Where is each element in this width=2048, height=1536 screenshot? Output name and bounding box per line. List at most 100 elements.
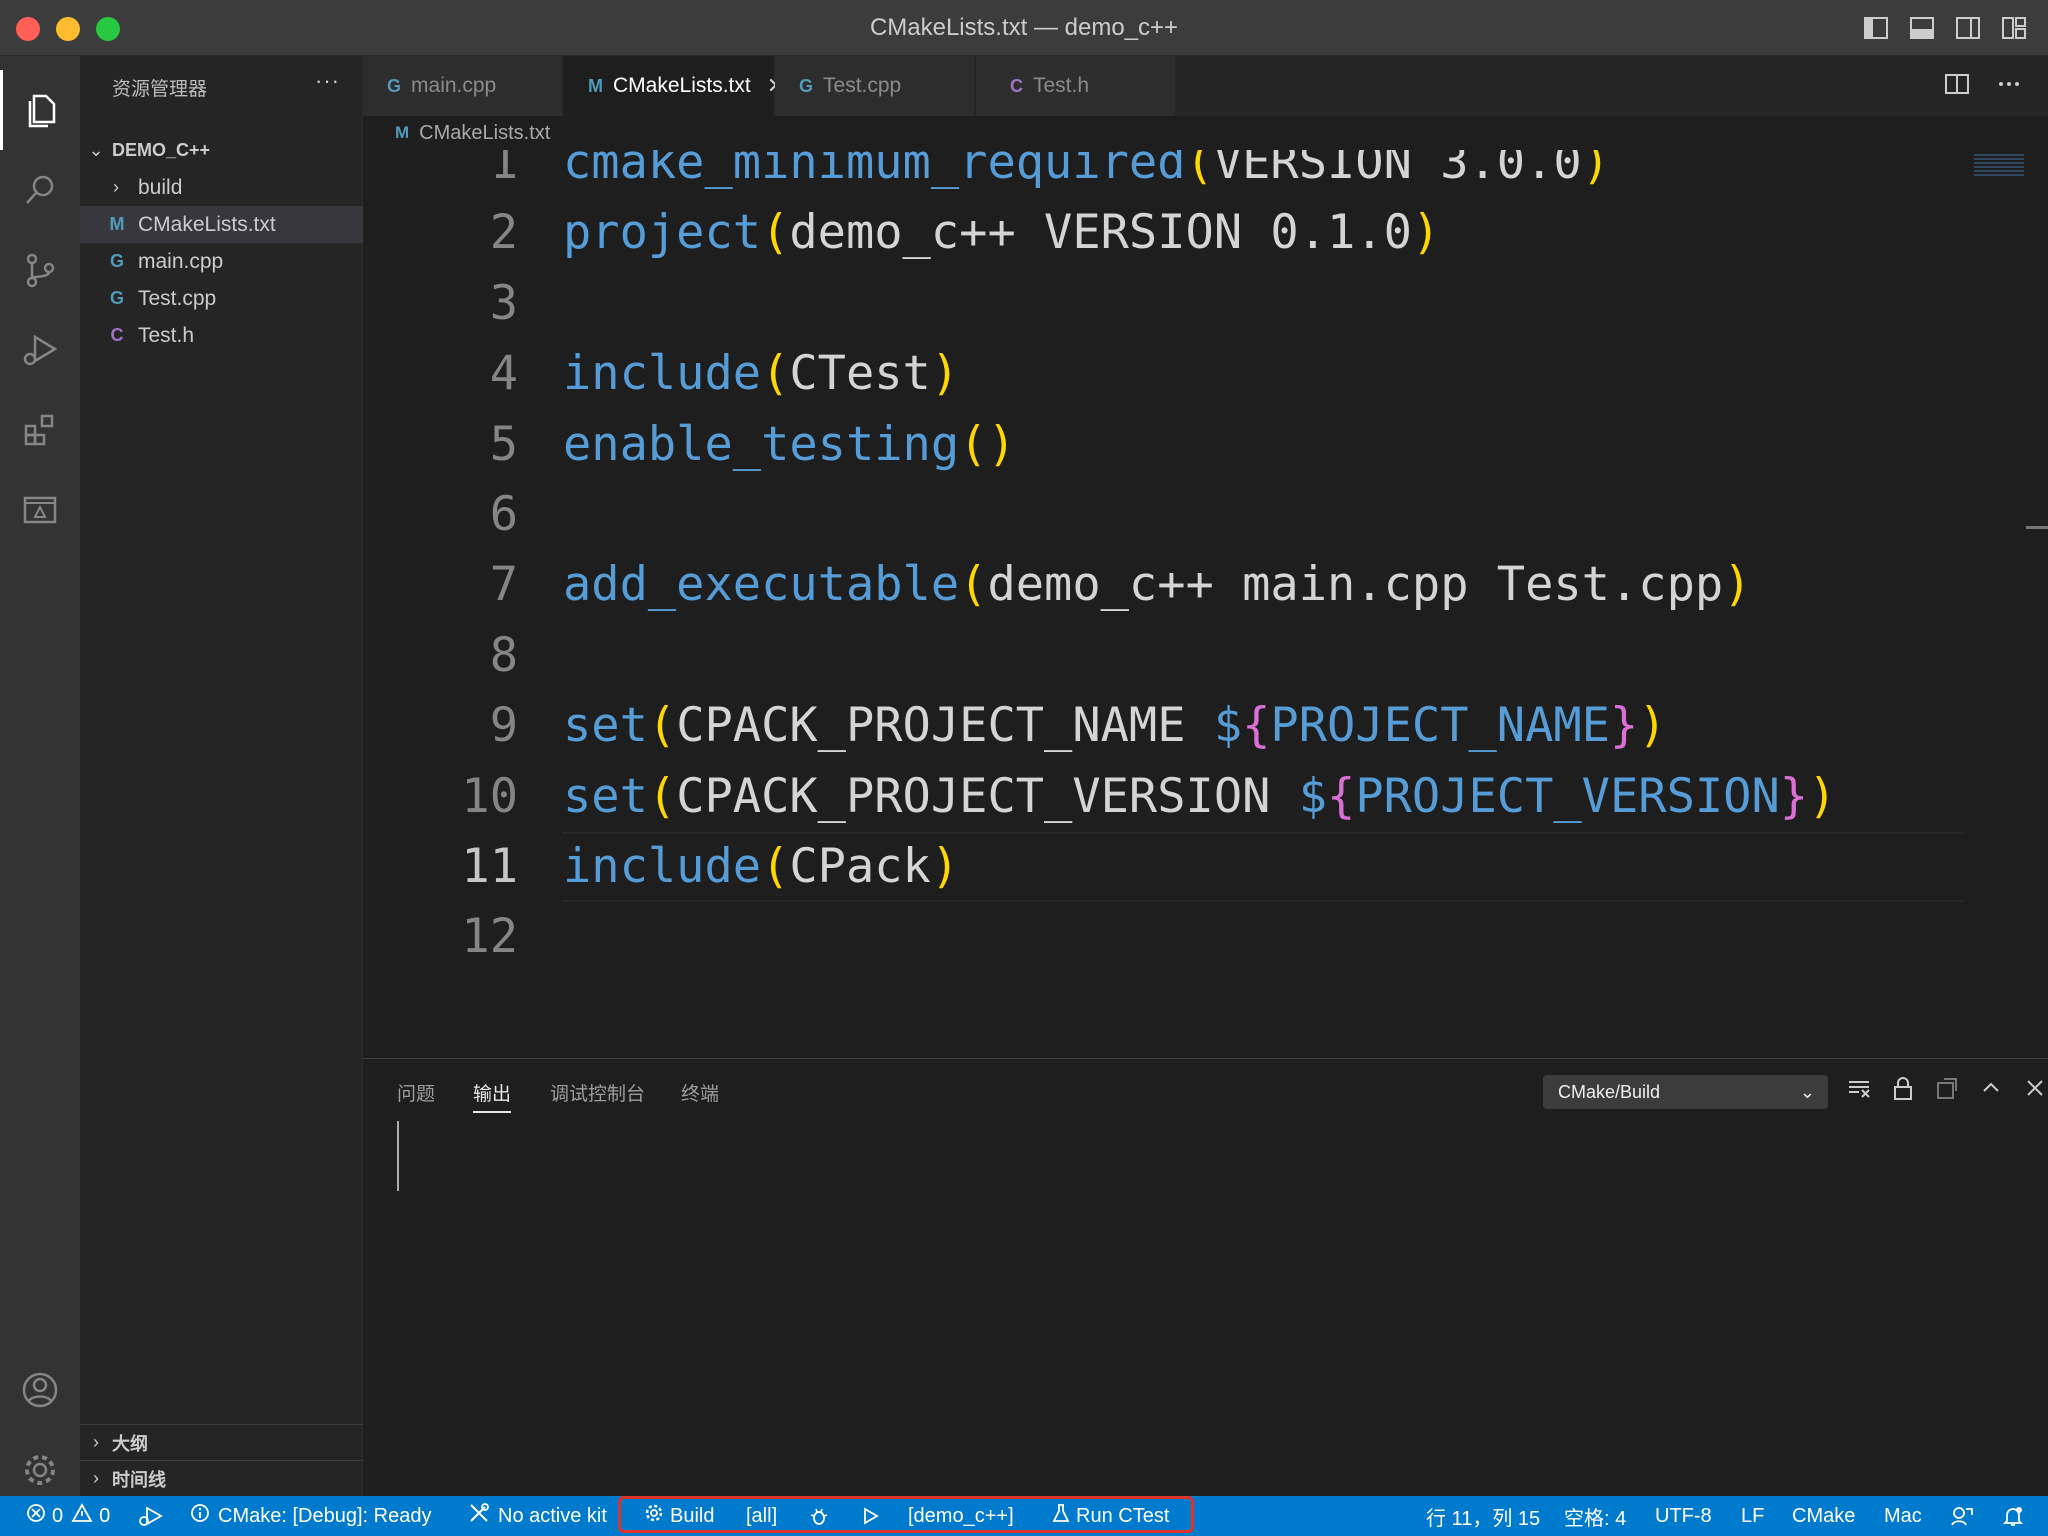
timeline-section[interactable]: › 时间线: [80, 1460, 363, 1496]
code-token: ): [1808, 768, 1837, 824]
code-token: (): [959, 416, 1016, 472]
search-icon[interactable]: [0, 150, 80, 230]
tab-debug-console[interactable]: 调试控制台: [550, 1079, 645, 1113]
extensions-icon[interactable]: [0, 390, 80, 470]
tab-test-cpp[interactable]: G Test.cpp: [775, 56, 975, 116]
maximize-panel-icon[interactable]: [1979, 1077, 2003, 1107]
error-count: 0: [52, 1504, 64, 1527]
source-control-icon[interactable]: [0, 230, 80, 310]
code-token: set: [563, 768, 648, 824]
code-line[interactable]: 11 include(CPack): [363, 832, 1963, 902]
code-token: set: [563, 698, 648, 754]
tree-item-main-cpp[interactable]: G main.cpp: [80, 243, 363, 280]
close-panel-icon[interactable]: [2023, 1077, 2047, 1107]
code-line[interactable]: 12: [363, 902, 1963, 972]
code-token: }: [1779, 768, 1809, 824]
notifications-bell-icon[interactable]: [2002, 1496, 2024, 1536]
feedback-icon[interactable]: [1950, 1496, 1974, 1536]
debug-attach-icon[interactable]: [138, 1496, 164, 1536]
code-line[interactable]: 4 include(CTest): [363, 339, 1963, 409]
tab-problems[interactable]: 问题: [397, 1079, 435, 1113]
code-line[interactable]: 9 set(CPACK_PROJECT_NAME ${PROJECT_NAME}): [363, 691, 1963, 761]
code-editor[interactable]: 1 cmake_minimum_required(VERSION 3.0.0) 2 p…: [363, 150, 2048, 1058]
code-line[interactable]: 2 project(demo_c++ VERSION 0.1.0): [363, 198, 1963, 268]
line-number: 3: [489, 275, 518, 331]
toggle-primary-sidebar-icon[interactable]: [1862, 14, 1890, 42]
code-token: (: [647, 698, 677, 754]
header-file-icon: C: [110, 325, 124, 345]
tab-label: Test.h: [1033, 74, 1090, 97]
tree-item-test-cpp[interactable]: G Test.cpp: [80, 280, 363, 317]
outline-section[interactable]: › 大纲: [80, 1424, 363, 1460]
indentation[interactable]: 空格: 4: [1564, 1496, 1626, 1536]
tab-label: CMakeLists.txt: [613, 74, 751, 97]
tree-item-build[interactable]: › build: [80, 169, 363, 206]
beaker-icon: [1052, 1503, 1070, 1529]
cmake-file-icon: M: [109, 214, 125, 234]
tab-output[interactable]: 输出: [473, 1079, 512, 1113]
breadcrumb-file[interactable]: CMakeLists.txt: [419, 122, 550, 145]
line-number: 5: [489, 416, 518, 472]
tree-item-cmakelists[interactable]: M CMakeLists.txt: [80, 206, 363, 243]
code-text: set(CPACK_PROJECT_NAME ${PROJECT_NAME}): [563, 691, 1667, 761]
clear-output-icon[interactable]: [1847, 1077, 1871, 1107]
line-number: 10: [461, 768, 518, 824]
explorer-title: 资源管理器: [112, 79, 208, 100]
code-line[interactable]: 8: [363, 621, 1963, 691]
breadcrumb[interactable]: M CMakeLists.txt: [363, 116, 2048, 150]
cpp-file-icon: G: [109, 251, 124, 271]
remote-explorer-icon[interactable]: [0, 470, 80, 550]
build-button[interactable]: Build: [644, 1496, 714, 1536]
code-token: (: [761, 839, 790, 894]
code-line[interactable]: 10 set(CPACK_PROJECT_VERSION ${PROJECT_VE…: [363, 762, 1963, 832]
tab-main-cpp[interactable]: G main.cpp: [363, 56, 563, 116]
more-actions-icon[interactable]: [1996, 72, 2022, 102]
platform[interactable]: Mac: [1884, 1496, 1922, 1536]
debug-bug-icon[interactable]: [808, 1496, 830, 1536]
toggle-secondary-sidebar-icon[interactable]: [1954, 14, 1982, 42]
code-token: ): [1411, 205, 1441, 261]
toggle-panel-icon[interactable]: [1908, 14, 1936, 42]
kit-selector[interactable]: No active kit: [468, 1496, 607, 1536]
tab-cmakelists[interactable]: M CMakeLists.txt ✕: [564, 56, 785, 116]
run-play-icon[interactable]: [860, 1496, 880, 1536]
code-token: project: [563, 205, 762, 261]
end-of-line[interactable]: LF: [1741, 1496, 1764, 1536]
line-number: 7: [489, 557, 518, 613]
customize-layout-icon[interactable]: [2000, 14, 2028, 42]
encoding[interactable]: UTF-8: [1655, 1496, 1712, 1536]
run-ctest-button[interactable]: Run CTest: [1052, 1496, 1169, 1536]
code-line[interactable]: 3: [363, 269, 1963, 339]
output-channel-select[interactable]: CMake/Build ⌄: [1543, 1075, 1828, 1109]
code-text: include(CTest): [563, 339, 959, 409]
language-mode[interactable]: CMake: [1792, 1496, 1855, 1536]
scrollbar-indicator[interactable]: [2026, 526, 2048, 529]
more-actions-icon[interactable]: ···: [315, 68, 340, 94]
tab-terminal[interactable]: 终端: [681, 1079, 719, 1113]
explorer-icon[interactable]: [0, 70, 80, 150]
cursor-position[interactable]: 行 11，列 15: [1426, 1496, 1540, 1536]
line-number: 2: [489, 205, 518, 261]
lock-scroll-icon[interactable]: [1891, 1077, 1915, 1107]
code-text: cmake_minimum_required(VERSION 3.0.0): [563, 150, 1610, 198]
build-target-selector[interactable]: [all]: [746, 1496, 777, 1536]
header-file-icon: C: [1010, 75, 1023, 96]
launch-target-selector[interactable]: [demo_c++]: [908, 1496, 1014, 1536]
tree-item-label: main.cpp: [138, 249, 224, 273]
tree-item-test-h[interactable]: C Test.h: [80, 317, 363, 354]
code-line[interactable]: 1 cmake_minimum_required(VERSION 3.0.0): [363, 150, 1963, 198]
code-token: CPack: [789, 839, 931, 894]
accounts-icon[interactable]: [0, 1350, 80, 1430]
code-line[interactable]: 5 enable_testing(): [363, 410, 1963, 480]
open-log-file-icon[interactable]: [1935, 1077, 1959, 1107]
cmake-status[interactable]: CMake: [Debug]: Ready: [190, 1496, 431, 1536]
run-and-debug-icon[interactable]: [0, 310, 80, 390]
code-line[interactable]: 7 add_executable(demo_c++ main.cpp Test.c…: [363, 550, 1963, 620]
split-editor-icon[interactable]: [1944, 72, 1970, 102]
line-number: 1: [489, 150, 518, 190]
minimap[interactable]: [1974, 154, 2024, 176]
workspace-root[interactable]: ⌄ DEMO_C++: [80, 132, 363, 169]
code-line[interactable]: 6: [363, 480, 1963, 550]
problems-status[interactable]: 0 0: [26, 1496, 110, 1536]
tab-test-h[interactable]: C Test.h: [976, 56, 1176, 116]
